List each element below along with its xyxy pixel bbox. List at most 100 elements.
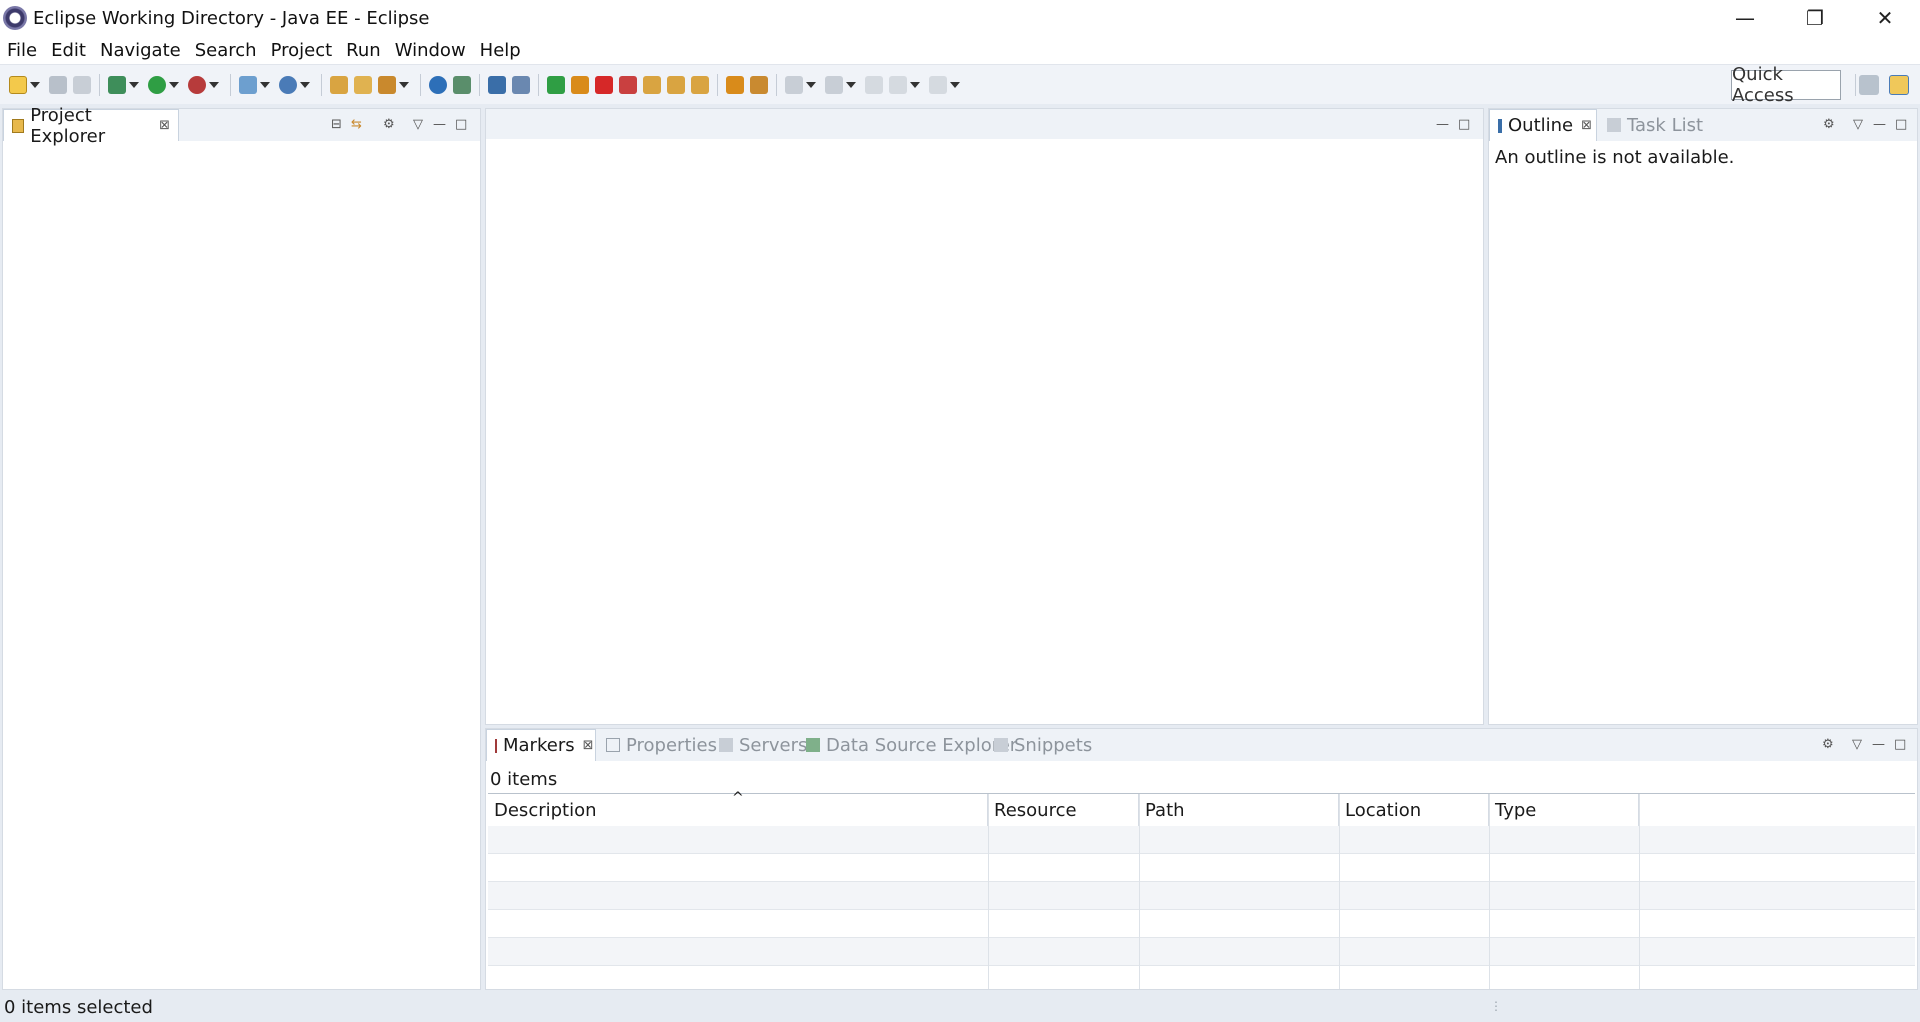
- minimize-view-icon[interactable]: —: [1436, 117, 1449, 132]
- maximize-view-icon[interactable]: □: [1895, 117, 1907, 132]
- menu-search[interactable]: Search: [195, 40, 257, 61]
- toolbar-separator: [230, 73, 231, 96]
- view-menu-icon[interactable]: ⚙: [1823, 117, 1835, 132]
- open-perspective-tool-icon[interactable]: [453, 75, 471, 94]
- column-label: Location: [1345, 799, 1422, 821]
- disconnect-icon[interactable]: [619, 75, 637, 94]
- tab-task-list[interactable]: Task List: [1599, 109, 1711, 141]
- editor-area: — □: [485, 108, 1484, 725]
- maximize-view-icon[interactable]: □: [1894, 737, 1906, 752]
- tab-properties[interactable]: Properties: [598, 729, 725, 761]
- view-menu-icon[interactable]: ⚙: [1822, 737, 1834, 752]
- maximize-view-icon[interactable]: □: [455, 117, 467, 132]
- status-text: 0 items selected: [4, 997, 153, 1018]
- view-menu-icon[interactable]: ⚙: [383, 117, 395, 132]
- external-tools-dropdown-arrow-icon[interactable]: [209, 76, 219, 94]
- new-server-dropdown-arrow-icon[interactable]: [260, 76, 270, 94]
- new-dropdown-arrow-icon[interactable]: [30, 76, 40, 94]
- new-file-icon[interactable]: [9, 75, 27, 94]
- column-header-path[interactable]: Path: [1139, 794, 1339, 826]
- terminate-icon[interactable]: [595, 75, 613, 94]
- search-tool-icon[interactable]: [378, 75, 396, 94]
- minimize-view-icon[interactable]: —: [433, 117, 446, 132]
- window-controls: — ❐ ✕: [1710, 0, 1920, 36]
- external-tools-icon[interactable]: [188, 75, 206, 94]
- search-dropdown-arrow-icon[interactable]: [399, 76, 409, 94]
- last-edit-location-icon[interactable]: [865, 75, 883, 94]
- suspend-icon[interactable]: [571, 75, 589, 94]
- forward-dropdown-arrow-icon[interactable]: [950, 76, 960, 94]
- editor-header: — □: [486, 109, 1483, 139]
- open-perspective-icon[interactable]: [1859, 75, 1879, 95]
- menu-run[interactable]: Run: [346, 40, 381, 61]
- project-explorer-header: Project Explorer ⊠ ⊟ ⇆ ⚙ ▽ — □: [3, 105, 480, 147]
- block-selection-icon[interactable]: [750, 75, 768, 94]
- tab-outline[interactable]: Outline ⊠: [1489, 109, 1597, 141]
- web-service-dropdown-arrow-icon[interactable]: [300, 76, 310, 94]
- next-annotation-icon[interactable]: [785, 75, 803, 94]
- column-divider: [1639, 794, 1640, 989]
- column-header-location[interactable]: Location: [1339, 794, 1489, 826]
- tab-markers[interactable]: Markers ⊠: [486, 729, 596, 761]
- menu-project[interactable]: Project: [271, 40, 333, 61]
- quick-access-field[interactable]: Quick Access: [1731, 64, 1841, 106]
- previous-annotation-icon[interactable]: [825, 75, 843, 94]
- chevron-down-icon[interactable]: ▽: [1852, 737, 1862, 752]
- menu-file[interactable]: File: [7, 40, 37, 61]
- column-divider: [1339, 794, 1340, 989]
- new-server-icon[interactable]: [239, 75, 257, 94]
- column-header-type[interactable]: Type: [1489, 794, 1639, 826]
- chevron-down-icon[interactable]: ▽: [1853, 117, 1863, 132]
- markers-header: Markers ⊠ Properties Servers Data Source…: [486, 729, 1917, 761]
- java-ee-perspective-icon[interactable]: [1889, 75, 1909, 95]
- minimize-view-icon[interactable]: —: [1873, 117, 1886, 132]
- back-arrow-icon[interactable]: [889, 75, 907, 94]
- menu-navigate[interactable]: Navigate: [100, 40, 181, 61]
- chevron-down-icon[interactable]: ▽: [413, 117, 423, 132]
- resume-icon[interactable]: [547, 75, 565, 94]
- new-web-service-icon[interactable]: [279, 75, 297, 94]
- toolbar-separator: [538, 73, 539, 96]
- menu-edit[interactable]: Edit: [51, 40, 86, 61]
- toggle-word-wrap-icon[interactable]: [726, 75, 744, 94]
- sort-ascending-icon: ^: [732, 790, 744, 806]
- skip-breakpoints-icon[interactable]: [512, 75, 530, 94]
- open-type-icon[interactable]: [330, 75, 348, 94]
- minimize-button[interactable]: —: [1710, 0, 1780, 36]
- close-icon[interactable]: ⊠: [159, 118, 170, 133]
- previous-annotation-dropdown-arrow-icon[interactable]: [846, 76, 856, 94]
- close-icon[interactable]: ⊠: [583, 738, 594, 753]
- close-button[interactable]: ✕: [1850, 0, 1920, 36]
- back-dropdown-arrow-icon[interactable]: [910, 76, 920, 94]
- forward-arrow-icon[interactable]: [929, 75, 947, 94]
- display-icon[interactable]: [488, 75, 506, 94]
- step-return-icon[interactable]: [691, 75, 709, 94]
- project-explorer-icon: [12, 118, 25, 133]
- open-resource-icon[interactable]: [354, 75, 372, 94]
- debug-dropdown-arrow-icon[interactable]: [129, 76, 139, 94]
- next-annotation-dropdown-arrow-icon[interactable]: [806, 76, 816, 94]
- menu-window[interactable]: Window: [395, 40, 466, 61]
- tab-project-explorer[interactable]: Project Explorer ⊠: [3, 105, 179, 147]
- debug-icon[interactable]: [108, 75, 126, 94]
- link-with-editor-icon[interactable]: ⇆: [351, 117, 362, 132]
- run-dropdown-arrow-icon[interactable]: [169, 76, 179, 94]
- column-header-description[interactable]: Description ^: [488, 790, 988, 826]
- save-icon[interactable]: [49, 75, 67, 94]
- menu-help[interactable]: Help: [480, 40, 521, 61]
- save-all-icon[interactable]: [73, 75, 91, 94]
- markers-table: Description ^ Resource Path Location Typ…: [488, 790, 1915, 994]
- step-over-icon[interactable]: [667, 75, 685, 94]
- run-icon[interactable]: [148, 75, 166, 94]
- close-icon[interactable]: ⊠: [1581, 118, 1592, 133]
- restore-button[interactable]: ❐: [1780, 0, 1850, 36]
- table-row: [488, 910, 1915, 938]
- minimize-view-icon[interactable]: —: [1872, 737, 1885, 752]
- collapse-all-icon[interactable]: ⊟: [331, 117, 342, 132]
- web-browser-icon[interactable]: [429, 75, 447, 94]
- outline-panel: Outline ⊠ Task List ⚙ ▽ — □ An outline i…: [1488, 108, 1918, 725]
- step-into-icon[interactable]: [643, 75, 661, 94]
- tab-snippets[interactable]: Snippets: [986, 729, 1100, 761]
- column-header-resource[interactable]: Resource: [988, 794, 1139, 826]
- maximize-view-icon[interactable]: □: [1458, 117, 1470, 132]
